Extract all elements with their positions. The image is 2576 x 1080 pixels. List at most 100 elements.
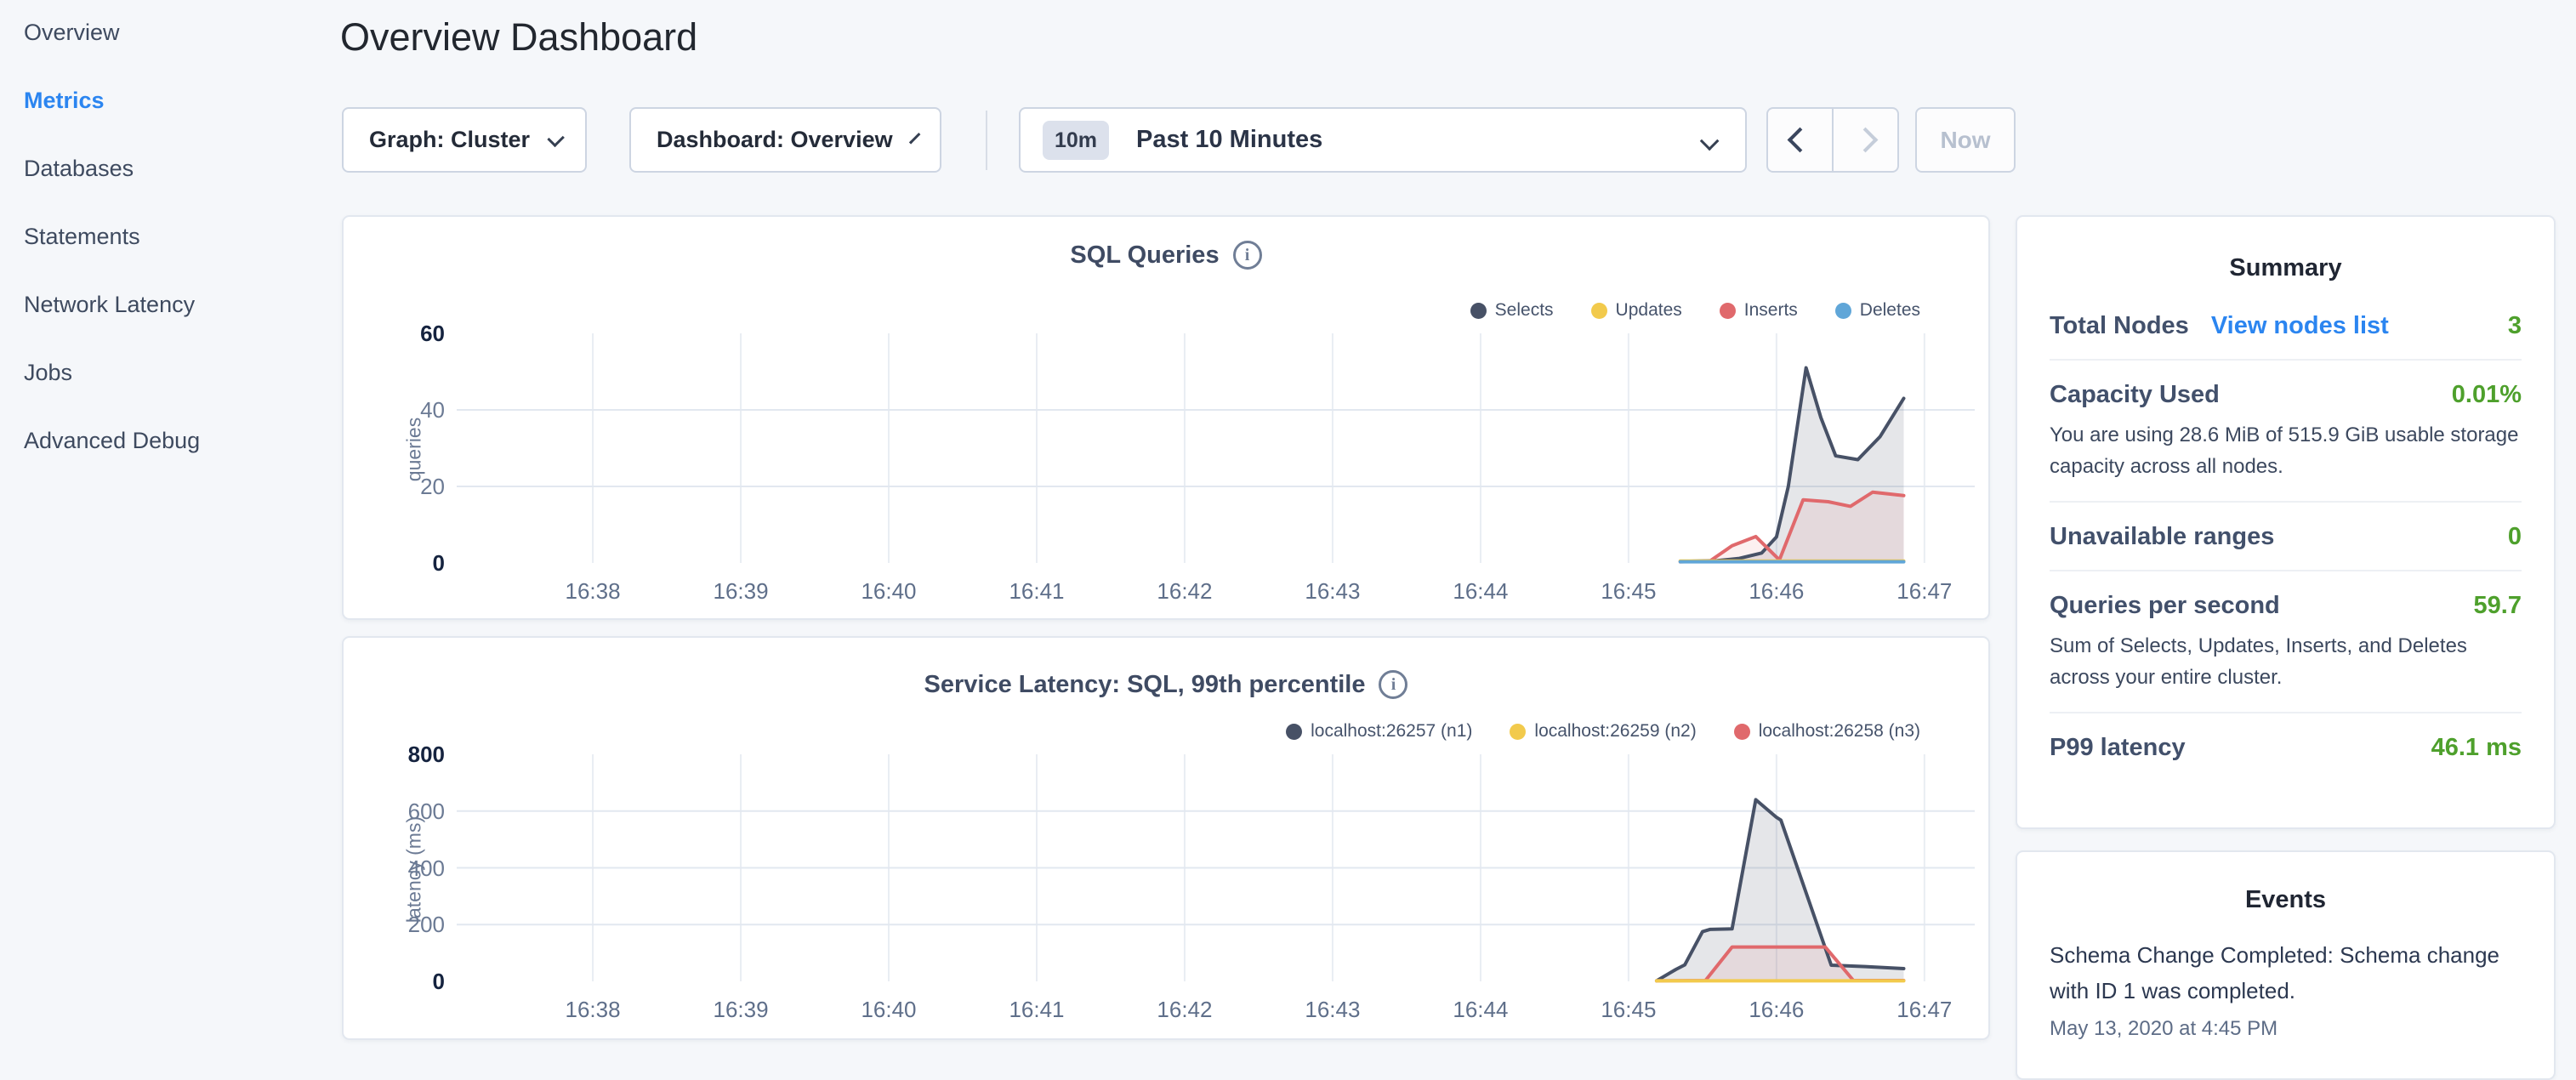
x-axis-tick: 16:40 xyxy=(829,997,948,1023)
time-step-back-button[interactable] xyxy=(1768,109,1834,171)
chevron-down-icon xyxy=(547,129,564,146)
event-item[interactable]: Schema Change Completed: Schema change w… xyxy=(2050,937,2522,1041)
sidebar: Overview Metrics Databases Statements Networ… xyxy=(0,0,340,1051)
event-text: Schema Change Completed: Schema change w… xyxy=(2050,937,2522,1009)
legend-label: Updates xyxy=(1616,300,1682,321)
chevron-down-icon xyxy=(1700,132,1720,151)
view-nodes-list-link[interactable]: View nodes list xyxy=(2211,312,2389,340)
sidebar-item-overview[interactable]: Overview xyxy=(24,15,120,49)
time-range-dropdown[interactable]: 10m Past 10 Minutes xyxy=(1019,107,1747,173)
x-axis-tick: 16:39 xyxy=(681,578,800,605)
y-axis-tick: 40 xyxy=(343,395,445,424)
legend-item: Deletes xyxy=(1835,300,1920,321)
summary-row-value: 59.7 xyxy=(2474,592,2522,620)
x-axis-tick: 16:38 xyxy=(533,578,652,605)
events-title: Events xyxy=(2017,886,2554,914)
x-axis-tick: 16:47 xyxy=(1865,578,1984,605)
x-axis-tick: 16:44 xyxy=(1421,997,1540,1023)
sidebar-item-statements[interactable]: Statements xyxy=(24,219,140,253)
y-axis-tick: 20 xyxy=(343,472,445,501)
summary-row-value: 0 xyxy=(2508,523,2522,551)
y-axis-tick: 0 xyxy=(343,967,445,996)
now-button[interactable]: Now xyxy=(1915,107,2016,173)
summary-row-value: 46.1 ms xyxy=(2431,734,2522,762)
info-icon[interactable]: i xyxy=(1233,241,1262,270)
summary-row-label: Total Nodes xyxy=(2050,312,2189,340)
y-axis-tick: 200 xyxy=(343,910,445,939)
time-range-label: Past 10 Minutes xyxy=(1136,126,1322,154)
x-axis-tick: 16:38 xyxy=(533,997,652,1023)
summary-row-label: Queries per second xyxy=(2050,592,2280,620)
legend-label: Deletes xyxy=(1860,300,1920,321)
dashboard-dropdown[interactable]: Dashboard: Overview xyxy=(629,107,941,173)
summary-row-label: P99 latency xyxy=(2050,734,2186,762)
legend-dot-icon xyxy=(1510,724,1526,740)
chart-plot-area xyxy=(457,333,1975,563)
page-title: Overview Dashboard xyxy=(340,15,697,60)
y-axis-tick: 400 xyxy=(343,854,445,883)
chart-title: Service Latency: SQL, 99th percentile xyxy=(924,671,1366,699)
sidebar-item-network-latency[interactable]: Network Latency xyxy=(24,287,195,321)
x-axis-tick: 16:40 xyxy=(829,578,948,605)
legend-item: localhost:26258 (n3) xyxy=(1734,721,1920,742)
y-axis-tick: 0 xyxy=(343,549,445,577)
legend-item: localhost:26259 (n2) xyxy=(1510,721,1696,742)
x-axis-tick: 16:43 xyxy=(1273,997,1392,1023)
chevron-down-icon xyxy=(909,133,921,145)
y-axis-label: latency (ms) xyxy=(403,776,426,963)
legend-dot-icon xyxy=(1286,724,1302,740)
graph-dropdown-label: Graph: Cluster xyxy=(369,127,530,153)
sidebar-item-jobs[interactable]: Jobs xyxy=(24,355,72,389)
y-axis-tick: 800 xyxy=(343,740,445,769)
now-button-label: Now xyxy=(1940,127,1990,154)
legend-label: localhost:26258 (n3) xyxy=(1759,721,1920,742)
legend-dot-icon xyxy=(1720,303,1736,319)
x-axis-tick: 16:41 xyxy=(977,578,1096,605)
chart-legend: localhost:26257 (n1) localhost:26259 (n2)… xyxy=(1286,721,1920,742)
sql-queries-chart-card: SQL Queries i Selects Updates Inserts Deletes… xyxy=(342,215,1990,620)
legend-item: localhost:26257 (n1) xyxy=(1286,721,1472,742)
event-timestamp: May 13, 2020 at 4:45 PM xyxy=(2050,1017,2522,1041)
summary-title: Summary xyxy=(2017,254,2554,282)
summary-row: Total Nodes View nodes list 3 xyxy=(2050,292,2522,361)
time-step-forward-button[interactable] xyxy=(1834,109,1897,171)
summary-row-value: 3 xyxy=(2508,312,2522,340)
y-axis-label: queries xyxy=(403,356,426,543)
legend-dot-icon xyxy=(1470,303,1487,319)
events-panel: Events Schema Change Completed: Schema c… xyxy=(2016,850,2556,1080)
x-axis-tick: 16:45 xyxy=(1569,997,1688,1023)
x-axis-tick: 16:46 xyxy=(1717,578,1836,605)
summary-row: P99 latency 46.1 ms xyxy=(2050,713,2522,781)
legend-dot-icon xyxy=(1591,303,1607,319)
summary-row: Capacity Used 0.01% You are using 28.6 MiB… xyxy=(2050,361,2522,503)
legend-dot-icon xyxy=(1835,303,1851,319)
x-axis-tick: 16:42 xyxy=(1125,578,1244,605)
y-axis-tick: 600 xyxy=(343,797,445,826)
sidebar-item-databases[interactable]: Databases xyxy=(24,151,134,185)
summary-row-description: You are using 28.6 MiB of 515.9 GiB usab… xyxy=(2050,419,2522,482)
x-axis-tick: 16:44 xyxy=(1421,578,1540,605)
x-axis-tick: 16:45 xyxy=(1569,578,1688,605)
legend-label: Selects xyxy=(1495,300,1554,321)
x-axis-tick: 16:43 xyxy=(1273,578,1392,605)
chevron-right-icon xyxy=(1853,128,1879,153)
y-axis-tick: 60 xyxy=(343,319,445,348)
summary-row-label: Unavailable ranges xyxy=(2050,523,2274,551)
chart-title: SQL Queries xyxy=(1070,242,1219,270)
x-axis-tick: 16:42 xyxy=(1125,997,1244,1023)
x-axis-tick: 16:39 xyxy=(681,997,800,1023)
legend-item: Updates xyxy=(1591,300,1682,321)
chevron-left-icon xyxy=(1788,128,1813,153)
summary-row-description: Sum of Selects, Updates, Inserts, and De… xyxy=(2050,630,2522,693)
time-step-controls xyxy=(1766,107,1899,173)
legend-label: localhost:26259 (n2) xyxy=(1534,721,1696,742)
graph-dropdown[interactable]: Graph: Cluster xyxy=(342,107,587,173)
sidebar-item-advanced-debug[interactable]: Advanced Debug xyxy=(24,423,200,458)
sidebar-item-metrics[interactable]: Metrics xyxy=(24,83,105,117)
info-icon[interactable]: i xyxy=(1379,670,1407,699)
legend-label: Inserts xyxy=(1744,300,1798,321)
summary-row: Queries per second 59.7 Sum of Selects, Up… xyxy=(2050,571,2522,713)
summary-row-label: Capacity Used xyxy=(2050,381,2220,409)
summary-panel: Summary Total Nodes View nodes list 3 Capac… xyxy=(2016,215,2556,829)
summary-row-value: 0.01% xyxy=(2452,381,2522,409)
